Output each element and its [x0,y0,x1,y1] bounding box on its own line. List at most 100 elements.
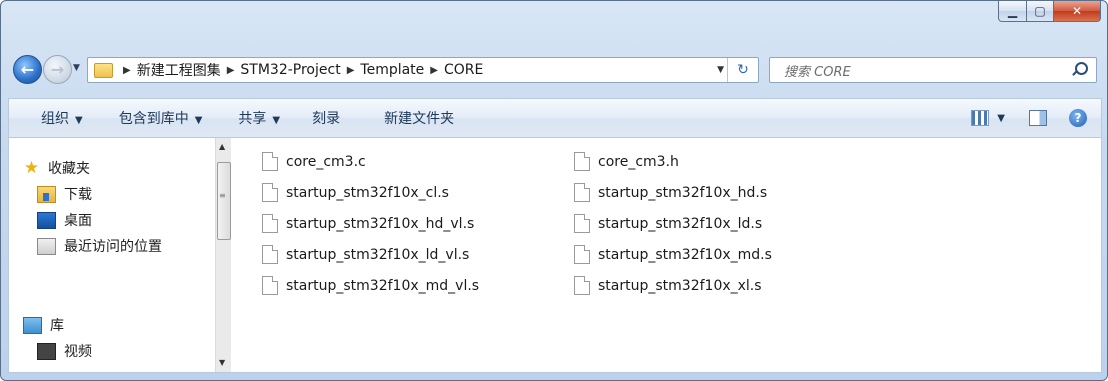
nav-label: 最近访问的位置 [64,239,162,255]
share-menu[interactable]: 共享 ▼ [238,108,280,128]
include-in-library-label: 包含到库中 [118,111,189,127]
breadcrumb-separator-icon[interactable]: ▶ [430,65,438,76]
file-name: startup_stm32f10x_ld.s [598,215,763,232]
desktop-icon [37,211,56,229]
file-icon [574,276,590,295]
file-item[interactable]: startup_stm32f10x_hd_vl.s [262,214,474,233]
help-icon[interactable]: ? [1069,109,1087,127]
nav-label: 视频 [64,344,92,360]
organize-label: 组织 [41,111,69,127]
file-icon [574,214,590,233]
file-icon [574,152,590,171]
maximize-button[interactable]: ▢ [1027,1,1054,22]
change-view-icon[interactable] [971,110,990,126]
file-item[interactable]: core_cm3.c [262,152,366,171]
recent-places-icon [37,237,56,255]
command-bar: 组织 ▼ 包含到库中 ▼ 共享 ▼ 刻录 新建文件夹 ▼ ? [8,98,1102,137]
close-icon: ✕ [1071,4,1083,18]
file-item[interactable]: core_cm3.h [574,152,679,171]
libraries-icon [23,316,42,334]
file-icon [574,183,590,202]
minimize-button[interactable]: ▁ [998,1,1027,22]
file-name: startup_stm32f10x_md_vl.s [286,277,480,294]
window-controls: ▁ ▢ ✕ [998,1,1101,22]
forward-arrow-icon: → [50,60,65,79]
back-button[interactable]: ← [13,55,42,84]
nav-label: 下载 [64,187,92,203]
video-icon [37,342,56,360]
nav-item-videos[interactable]: 视频 [37,341,92,361]
breadcrumb-item[interactable]: STM32-Project [240,62,340,78]
nav-item-desktop[interactable]: 桌面 [37,210,92,230]
breadcrumb-separator-icon[interactable]: ▶ [347,65,355,76]
file-name: startup_stm32f10x_hd.s [598,184,768,201]
file-icon [574,245,590,264]
file-name: core_cm3.c [286,153,366,170]
downloads-folder-icon [37,185,56,203]
toolbar-right: ▼ ? [971,99,1101,137]
breadcrumb-separator-icon[interactable]: ▶ [123,65,131,76]
address-dropdown-icon[interactable]: ▼ [717,65,724,75]
nav-item-recent[interactable]: 最近访问的位置 [37,236,162,256]
file-name: startup_stm32f10x_hd_vl.s [286,215,475,232]
chevron-down-icon: ▼ [75,115,83,126]
forward-button[interactable]: → [43,55,72,84]
file-icon [262,214,278,233]
folder-icon [94,62,113,78]
file-item[interactable]: startup_stm32f10x_hd.s [574,183,767,202]
nav-item-downloads[interactable]: 下载 [37,184,92,204]
close-button[interactable]: ✕ [1054,1,1101,22]
chevron-down-icon[interactable]: ▼ [997,113,1005,124]
new-folder-button[interactable]: 新建文件夹 [384,108,454,128]
file-icon [262,152,278,171]
scrollbar-thumb[interactable] [217,162,231,240]
scroll-down-icon[interactable]: ▼ [219,358,225,367]
breadcrumb-item[interactable]: CORE [444,62,483,78]
file-item[interactable]: startup_stm32f10x_md.s [574,245,772,264]
breadcrumb-item[interactable]: 新建工程图集 [137,60,221,80]
file-item[interactable]: startup_stm32f10x_ld_vl.s [262,245,469,264]
maximize-icon: ▢ [1034,4,1046,18]
search-icon[interactable] [1075,62,1088,75]
file-name: startup_stm32f10x_ld_vl.s [286,246,470,263]
explorer-window: ▁ ▢ ✕ ← → ▼ ▶ 新建工程图集 ▶ STM32-Project ▶ T… [0,0,1108,381]
address-row: ← → ▼ ▶ 新建工程图集 ▶ STM32-Project ▶ Templat… [1,49,1107,87]
grip-icon: ≡ [219,191,226,200]
navigation-pane: ★ 收藏夹 下载 桌面 最近访问的位置 库 视频 [9,138,214,372]
file-icon [262,183,278,202]
preview-pane-icon[interactable] [1029,110,1047,126]
nav-scrollbar[interactable]: ▲ ≡ ▼ [215,138,231,372]
nav-label: 桌面 [64,213,92,229]
file-item[interactable]: startup_stm32f10x_cl.s [262,183,449,202]
recent-pages-dropdown[interactable]: ▼ [73,63,80,73]
chevron-down-icon: ▼ [272,115,281,126]
content-area: ★ 收藏夹 下载 桌面 最近访问的位置 库 视频 ▲ ≡ ▼ core_cm3.… [8,137,1102,373]
chevron-down-icon: ▼ [194,115,203,126]
file-name: core_cm3.h [598,153,679,170]
file-name: startup_stm32f10x_cl.s [286,184,449,201]
breadcrumb-separator-icon[interactable]: ▶ [227,65,235,76]
scroll-up-icon[interactable]: ▲ [219,142,225,151]
nav-label: 库 [50,318,64,334]
nav-item-favorites[interactable]: ★ 收藏夹 [23,158,90,178]
search-box[interactable]: 搜索 CORE [769,57,1097,83]
burn-button[interactable]: 刻录 [312,108,340,128]
file-item[interactable]: startup_stm32f10x_xl.s [574,276,762,295]
file-icon [262,276,278,295]
refresh-button[interactable]: ↻ [727,58,758,82]
file-name: startup_stm32f10x_md.s [598,246,772,263]
nav-item-libraries[interactable]: 库 [23,315,64,335]
file-icon [262,245,278,264]
file-item[interactable]: startup_stm32f10x_ld.s [574,214,762,233]
minimize-icon: ▁ [1007,4,1018,18]
organize-menu[interactable]: 组织 ▼ [41,108,83,128]
search-input[interactable]: 搜索 CORE [784,61,851,80]
back-arrow-icon: ← [20,60,35,79]
breadcrumb-item[interactable]: Template [360,62,424,78]
include-in-library-menu[interactable]: 包含到库中 ▼ [119,108,203,128]
title-bar[interactable]: ▁ ▢ ✕ [1,1,1107,41]
star-icon: ★ [23,157,40,178]
address-bar[interactable]: ▶ 新建工程图集 ▶ STM32-Project ▶ Template ▶ CO… [87,57,759,83]
file-name: startup_stm32f10x_xl.s [598,277,762,294]
file-item[interactable]: startup_stm32f10x_md_vl.s [262,276,479,295]
